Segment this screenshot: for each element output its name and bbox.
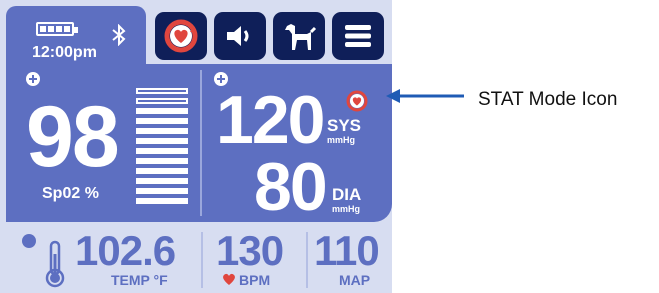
spo2-bar-segment	[136, 88, 188, 94]
spo2-bar-segment	[136, 178, 188, 184]
stat-heart-icon	[164, 19, 198, 53]
spo2-value: 98	[26, 89, 120, 185]
menu-button[interactable]	[332, 12, 384, 60]
annotation-label: STAT Mode Icon	[478, 89, 618, 110]
temp-add-icon[interactable]	[22, 234, 36, 248]
bp-diastolic-value: 80	[254, 149, 328, 225]
sys-unit: mmHg	[327, 135, 356, 145]
spo2-bar-segment	[136, 98, 188, 104]
main-vitals-panel: 98 Sp02 % 120 80 SYS mmHg DIA mmHg	[6, 64, 392, 222]
sys-label: SYS	[327, 116, 362, 135]
stat-mode-button[interactable]	[155, 12, 207, 60]
bottom-separator	[306, 232, 308, 288]
top-bar: 12:00pm	[0, 0, 392, 64]
annotation-arrow	[386, 89, 464, 103]
speaker-icon	[227, 26, 249, 46]
temp-label: TEMP °F	[111, 272, 168, 288]
spo2-add-icon[interactable]	[26, 72, 40, 86]
device-screen: 12:00pm 98 Sp02 % 120 80 SYS mmHg DIA mm…	[0, 0, 392, 293]
heart-rate-value: 130	[216, 227, 284, 274]
spo2-bar-segment	[136, 198, 188, 204]
spo2-bar-segment	[136, 128, 188, 134]
bottom-separator	[201, 232, 203, 288]
clock-time: 12:00pm	[32, 44, 97, 61]
spo2-bar-segment	[136, 118, 188, 124]
stat-mode-indicator-icon	[346, 90, 368, 112]
heart-icon	[223, 273, 235, 285]
thermometer-icon	[45, 240, 65, 288]
map-value: 110	[314, 227, 380, 274]
map-label: MAP	[339, 272, 371, 288]
panel-divider	[200, 70, 202, 216]
spo2-bar-segment	[136, 148, 188, 154]
battery-icon	[36, 22, 78, 36]
spo2-bar-segment	[136, 168, 188, 174]
bluetooth-icon	[112, 24, 126, 46]
hamburger-menu-icon	[345, 25, 371, 47]
dog-button[interactable]	[273, 12, 325, 60]
spo2-label: Sp02 %	[42, 185, 99, 202]
dia-unit: mmHg	[332, 204, 361, 214]
spo2-bar-segment	[136, 188, 188, 194]
dia-label: DIA	[332, 185, 362, 204]
spo2-bar-segment	[136, 158, 188, 164]
bp-systolic-value: 120	[216, 82, 325, 158]
heart-rate-label: BPM	[239, 272, 271, 288]
spo2-bar-segment	[136, 108, 188, 114]
temp-value: 102.6	[75, 227, 176, 274]
spo2-bar-segment	[136, 138, 188, 144]
dog-icon	[285, 24, 317, 50]
status-box: 12:00pm	[6, 6, 146, 64]
volume-button[interactable]	[214, 12, 266, 60]
